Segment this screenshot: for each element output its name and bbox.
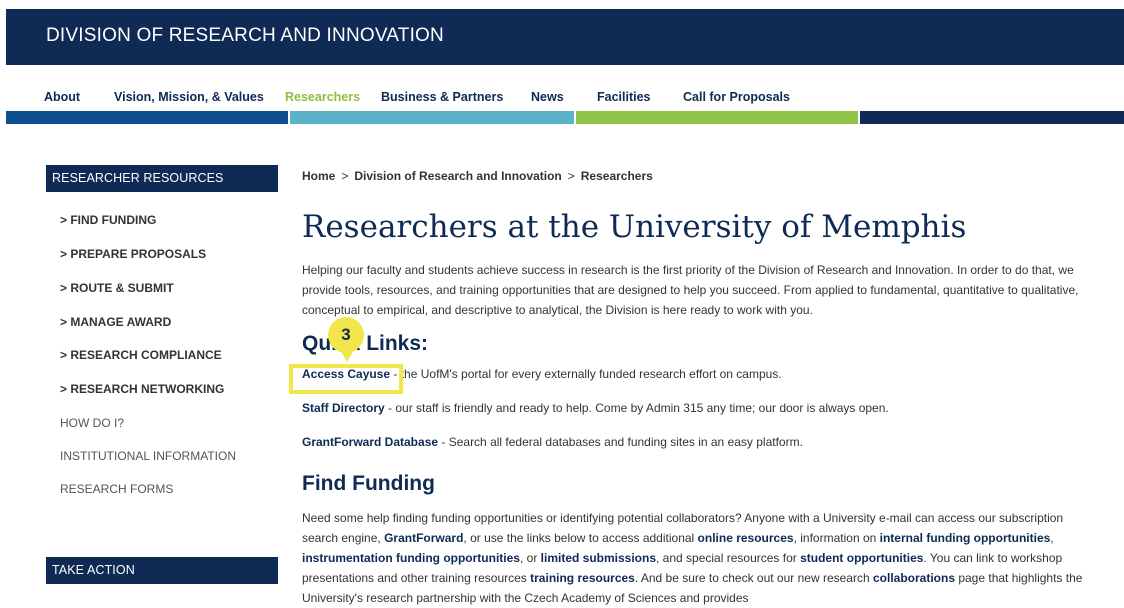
stripe-teal — [290, 111, 574, 124]
annotation-marker: 3 — [328, 317, 364, 353]
sidebar-item-institutional-information[interactable]: INSTITUTIONAL INFORMATION — [60, 449, 236, 463]
sidebar-item-manage-award[interactable]: > MANAGE AWARD — [60, 315, 171, 329]
nav-about[interactable]: About — [44, 90, 80, 104]
main-content: Home > Division of Research and Innovation… — [289, 169, 1102, 605]
color-stripes — [6, 111, 1124, 124]
nav-business-partners[interactable]: Business & Partners — [381, 90, 503, 104]
ff-text: , or — [519, 551, 541, 565]
stripe-blue — [6, 111, 288, 124]
quick-link-row: Staff Directory - our staff is friendly … — [302, 401, 889, 415]
nav-call-for-proposals[interactable]: Call for Proposals — [683, 90, 790, 104]
nav-vision-mission-values[interactable]: Vision, Mission, & Values — [114, 90, 264, 104]
grantforward-link[interactable]: GrantForward — [384, 531, 463, 545]
ff-text: , and special resources for — [656, 551, 801, 565]
quick-link-description: - the UofM's portal for every externally… — [390, 367, 782, 381]
ff-text: , — [1050, 531, 1054, 545]
sidebar-item-how-do-i[interactable]: HOW DO I? — [60, 416, 124, 430]
training-resources-link[interactable]: training resources — [530, 571, 635, 585]
intro-paragraph: Helping our faculty and students achieve… — [302, 263, 1079, 317]
page-title: Researchers at the University of Memphis — [302, 209, 967, 245]
sidebar: RESEARCHER RESOURCES > FIND FUNDING > PR… — [46, 165, 278, 584]
limited-submissions-link[interactable]: limited submissions — [541, 551, 656, 565]
quick-link-row: GrantForward Database - Search all feder… — [302, 435, 803, 449]
sidebar-heading: RESEARCHER RESOURCES — [46, 165, 278, 192]
main-nav: About Vision, Mission, & Values Research… — [6, 65, 1124, 109]
stripe-navy — [860, 111, 1124, 124]
sidebar-item-research-compliance[interactable]: > RESEARCH COMPLIANCE — [60, 348, 222, 362]
find-funding-paragraph: Need some help finding funding opportuni… — [302, 508, 1092, 608]
sidebar-item-research-forms[interactable]: RESEARCH FORMS — [60, 482, 173, 496]
take-action-heading: TAKE ACTION — [46, 557, 278, 584]
staff-directory-link[interactable]: Staff Directory — [302, 401, 385, 415]
quick-link-description: - our staff is friendly and ready to hel… — [384, 401, 889, 415]
breadcrumb-separator: > — [567, 169, 575, 183]
quick-links-heading: Quick Links: — [302, 332, 429, 355]
grantforward-database-link[interactable]: GrantForward Database — [302, 435, 438, 449]
student-opportunities-link[interactable]: student opportunities — [800, 551, 923, 565]
breadcrumb-division[interactable]: Division of Research and Innovation — [354, 169, 561, 183]
site-title[interactable]: DIVISION OF RESEARCH AND INNOVATION — [46, 25, 444, 47]
nav-news[interactable]: News — [531, 90, 564, 104]
internal-funding-link[interactable]: internal funding opportunities — [880, 531, 1051, 545]
breadcrumb-separator: > — [341, 169, 349, 183]
ff-text: , information on — [793, 531, 880, 545]
ff-text: , or use the links below to access addit… — [463, 531, 698, 545]
sidebar-item-find-funding[interactable]: > FIND FUNDING — [60, 213, 156, 227]
find-funding-heading: Find Funding — [302, 472, 435, 495]
quick-link-description: - Search all federal databases and fundi… — [438, 435, 803, 449]
sidebar-item-prepare-proposals[interactable]: > PREPARE PROPOSALS — [60, 247, 206, 261]
stripe-green — [576, 111, 858, 124]
nav-facilities[interactable]: Facilities — [597, 90, 651, 104]
online-resources-link[interactable]: online resources — [698, 531, 794, 545]
breadcrumb-home[interactable]: Home — [302, 169, 335, 183]
sidebar-item-research-networking[interactable]: > RESEARCH NETWORKING — [60, 382, 224, 396]
page-frame: DIVISION OF RESEARCH AND INNOVATION Abou… — [6, 9, 1124, 605]
breadcrumb: Home > Division of Research and Innovation… — [302, 169, 1102, 183]
annotation-highlight-box — [289, 364, 403, 394]
sidebar-item-route-submit[interactable]: > ROUTE & SUBMIT — [60, 281, 174, 295]
site-header: DIVISION OF RESEARCH AND INNOVATION — [6, 9, 1124, 65]
collaborations-link[interactable]: collaborations — [873, 571, 955, 585]
breadcrumb-researchers[interactable]: Researchers — [581, 169, 653, 183]
instrumentation-funding-link[interactable]: instrumentation funding opportunities — [302, 551, 520, 565]
ff-text: . And be sure to check out our new resea… — [634, 571, 873, 585]
nav-researchers[interactable]: Researchers — [285, 90, 360, 104]
